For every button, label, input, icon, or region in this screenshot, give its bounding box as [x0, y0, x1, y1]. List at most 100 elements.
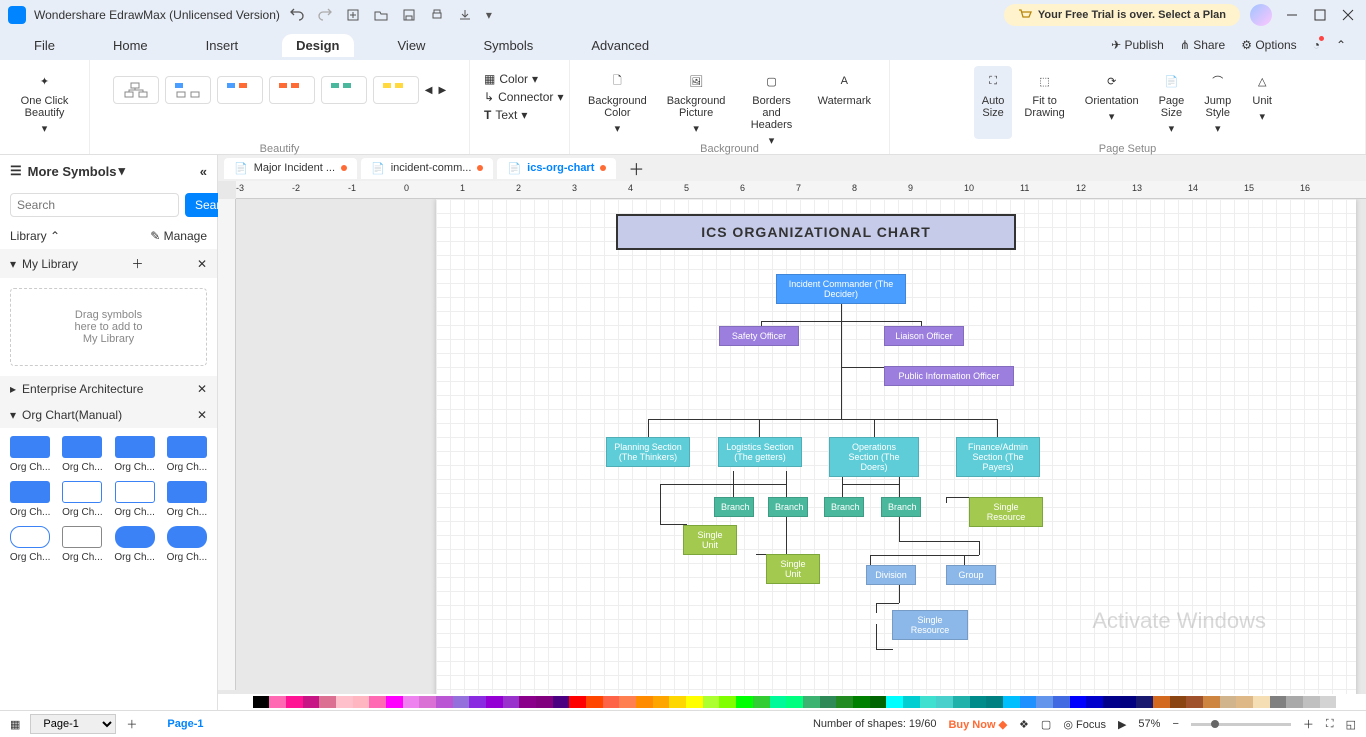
org-node[interactable]: Single Unit: [683, 525, 737, 555]
connector[interactable]: [979, 541, 980, 555]
color-swatch[interactable]: [1070, 696, 1087, 708]
orientation-button[interactable]: ⟳Orientation▾: [1077, 66, 1147, 139]
connector-button[interactable]: ↳ Connector ▾: [480, 88, 567, 106]
page-size-button[interactable]: 📄Page Size▾: [1151, 66, 1193, 139]
color-swatch[interactable]: [603, 696, 620, 708]
color-swatch[interactable]: [569, 696, 586, 708]
doc-tab[interactable]: 📄 ics-org-chart: [497, 158, 616, 179]
connector[interactable]: [786, 511, 787, 555]
color-swatch[interactable]: [619, 696, 636, 708]
org-node[interactable]: Single Resource: [892, 610, 968, 640]
menu-insert[interactable]: Insert: [192, 34, 253, 57]
color-swatch[interactable]: [953, 696, 970, 708]
collapse-sidebar-icon[interactable]: «: [200, 164, 207, 179]
connector[interactable]: [870, 555, 871, 565]
fit-page-icon[interactable]: ⛶: [1326, 718, 1334, 731]
color-swatch[interactable]: [920, 696, 937, 708]
color-swatch[interactable]: [369, 696, 386, 708]
theme-thumb[interactable]: [373, 76, 419, 104]
theme-thumb[interactable]: [113, 76, 159, 104]
color-swatch[interactable]: [336, 696, 353, 708]
menu-symbols[interactable]: Symbols: [469, 34, 547, 57]
org-node[interactable]: Single Unit: [766, 554, 820, 584]
fullscreen-icon[interactable]: ◱: [1346, 718, 1356, 731]
theme-prev-icon[interactable]: ◀: [425, 85, 433, 96]
org-node[interactable]: Branch: [824, 497, 864, 517]
color-swatch[interactable]: [536, 696, 553, 708]
buy-now-link[interactable]: Buy Now ◆: [948, 718, 1007, 731]
color-swatch[interactable]: [636, 696, 653, 708]
doc-tab[interactable]: 📄 incident-comm...: [361, 158, 493, 179]
connector[interactable]: [660, 484, 661, 524]
zoom-out-icon[interactable]: −: [1172, 718, 1178, 730]
menu-advanced[interactable]: Advanced: [577, 34, 663, 57]
menu-file[interactable]: File: [20, 34, 69, 57]
color-swatch[interactable]: [936, 696, 953, 708]
manage-link[interactable]: ✎ Manage: [150, 229, 207, 243]
color-swatch[interactable]: [669, 696, 686, 708]
my-library-section[interactable]: ▾ My Library ＋ ✕: [0, 249, 217, 278]
shape-item[interactable]: Org Ch...: [165, 526, 209, 563]
connector[interactable]: [733, 484, 786, 485]
maximize-icon[interactable]: [1314, 9, 1326, 21]
color-swatch[interactable]: [436, 696, 453, 708]
color-swatch[interactable]: [736, 696, 753, 708]
color-swatch[interactable]: [1320, 696, 1337, 708]
color-swatch[interactable]: [1253, 696, 1270, 708]
color-swatch[interactable]: [1220, 696, 1237, 708]
color-swatch[interactable]: [753, 696, 770, 708]
open-icon[interactable]: [374, 8, 388, 22]
notifications-icon[interactable]: ◔: [1313, 38, 1320, 52]
menu-options[interactable]: ⚙ Options: [1241, 38, 1296, 52]
play-icon[interactable]: ▶: [1118, 718, 1126, 731]
connector[interactable]: [964, 555, 965, 565]
new-icon[interactable]: [346, 8, 360, 22]
more-symbols-header[interactable]: ☰ More Symbols▾ «: [0, 155, 217, 187]
shape-item[interactable]: Org Ch...: [165, 436, 209, 473]
color-swatch[interactable]: [286, 696, 303, 708]
color-swatch[interactable]: [303, 696, 320, 708]
add-tab-icon[interactable]: ＋: [628, 156, 644, 180]
org-node[interactable]: Public Information Officer: [884, 366, 1014, 386]
color-swatch[interactable]: [386, 696, 403, 708]
menu-share[interactable]: ⋔ Share: [1180, 38, 1225, 52]
color-swatch[interactable]: [1236, 696, 1253, 708]
color-swatch[interactable]: [1036, 696, 1053, 708]
color-swatch[interactable]: [820, 696, 837, 708]
connector[interactable]: [876, 649, 893, 650]
color-swatch[interactable]: [319, 696, 336, 708]
color-swatch[interactable]: [1103, 696, 1120, 708]
connector[interactable]: [876, 603, 899, 604]
org-node[interactable]: Logistics Section (The getters): [718, 437, 802, 467]
color-swatch[interactable]: [870, 696, 887, 708]
org-node[interactable]: Branch: [881, 497, 921, 517]
color-swatch[interactable]: [836, 696, 853, 708]
connector[interactable]: [899, 541, 979, 542]
connector[interactable]: [759, 419, 760, 437]
color-swatch[interactable]: [453, 696, 470, 708]
connector[interactable]: [997, 419, 998, 437]
theme-thumb[interactable]: [217, 76, 263, 104]
color-swatch[interactable]: [770, 696, 787, 708]
color-swatch[interactable]: [786, 696, 803, 708]
color-swatch[interactable]: [1286, 696, 1303, 708]
org-node[interactable]: Branch: [714, 497, 754, 517]
shape-item[interactable]: Org Ch...: [8, 526, 52, 563]
fit-button[interactable]: ⬚Fit to Drawing: [1016, 66, 1072, 139]
redo-icon[interactable]: [318, 8, 332, 22]
shape-item[interactable]: Org Ch...: [8, 481, 52, 518]
library-link[interactable]: Library ⌃: [10, 229, 60, 243]
color-swatch[interactable]: [353, 696, 370, 708]
shape-item[interactable]: Org Ch...: [60, 481, 104, 518]
page-select[interactable]: Page-1: [30, 714, 116, 734]
page-tab[interactable]: Page-1: [167, 718, 203, 730]
user-avatar[interactable]: [1250, 4, 1272, 26]
color-swatch[interactable]: [503, 696, 520, 708]
menu-view[interactable]: View: [384, 34, 440, 57]
color-swatch[interactable]: [586, 696, 603, 708]
connector[interactable]: [876, 603, 877, 613]
connector[interactable]: [870, 555, 979, 556]
section-close-icon[interactable]: ✕: [197, 408, 207, 422]
auto-size-button[interactable]: ⛶Auto Size: [974, 66, 1013, 139]
jump-style-button[interactable]: ⌒Jump Style▾: [1196, 66, 1239, 139]
